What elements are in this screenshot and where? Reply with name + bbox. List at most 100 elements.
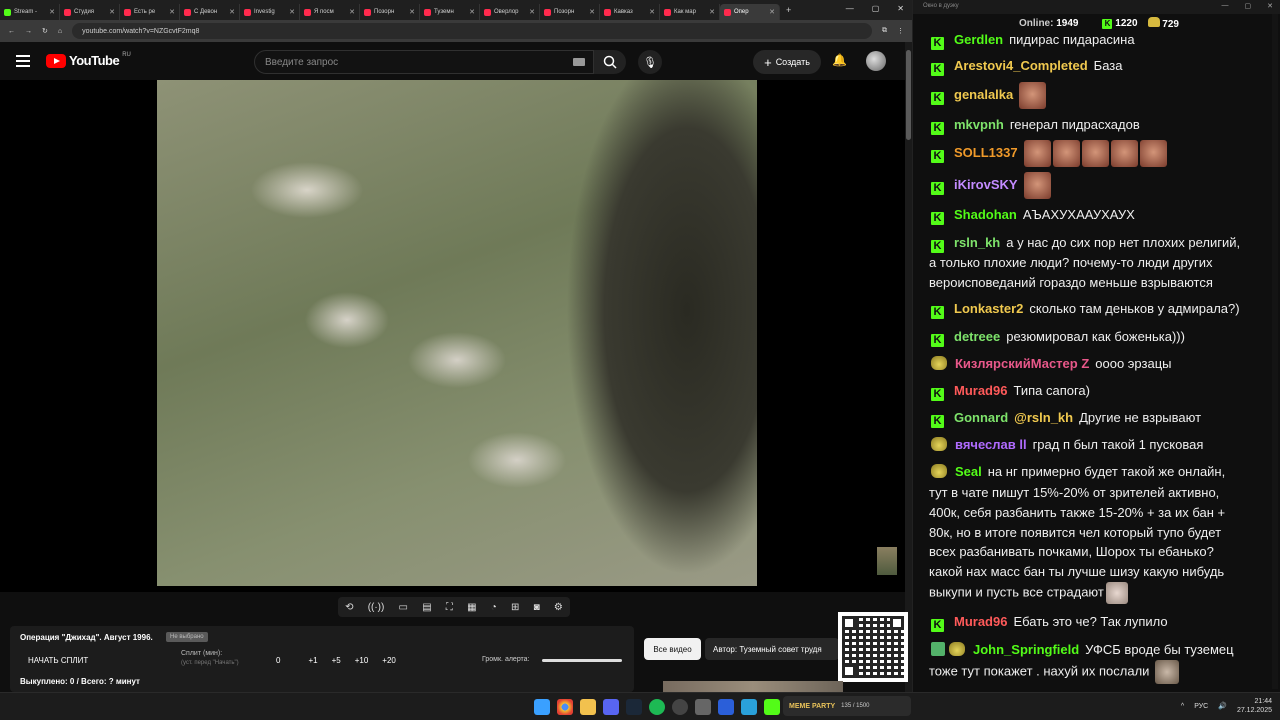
browser-tab-active[interactable]: Опер ✕ [720, 4, 780, 20]
kick-badge-icon: K [931, 212, 944, 225]
notifications-bell-icon[interactable]: 🔔 [832, 53, 847, 67]
url-field[interactable]: youtube.com/watch?v=NZGcvtF2mq8 [72, 23, 872, 39]
explorer-icon[interactable] [580, 699, 596, 715]
browser-tab[interactable]: Stream - ✕ [0, 4, 60, 20]
browser-tab[interactable]: Позорн ✕ [360, 4, 420, 20]
split-option-0[interactable]: 0 [276, 656, 280, 665]
home-icon[interactable]: ⌂ [58, 28, 62, 35]
cast-icon[interactable]: ((·)) [368, 602, 385, 613]
close-window-button[interactable]: ✕ [897, 4, 904, 13]
video-thumbnail-overlay[interactable] [877, 547, 897, 575]
forward-icon[interactable]: → [25, 28, 32, 35]
status-badge[interactable]: Не выбрано [166, 632, 208, 642]
browser-tab[interactable]: Студия ✕ [60, 4, 120, 20]
page-scrollbar[interactable] [905, 42, 912, 692]
browser-tab[interactable]: Есть ре ✕ [120, 4, 180, 20]
browser-tab[interactable]: Позорн ✕ [540, 4, 600, 20]
chat-scrollbar[interactable] [1272, 14, 1278, 689]
obs-icon[interactable] [672, 699, 688, 715]
close-tab-icon[interactable]: ✕ [529, 8, 535, 16]
volume-icon[interactable]: 🔊 [1218, 702, 1227, 710]
close-window-button[interactable]: ✕ [1267, 2, 1273, 10]
chat-message-continuation: 400к, себя разбанить также 15-20% + за и… [929, 505, 1226, 520]
subtitles-icon[interactable]: ▦ [467, 602, 476, 613]
alert-volume-slider[interactable] [542, 659, 622, 662]
voice-search-button[interactable]: 🎙 [638, 50, 662, 74]
create-button[interactable]: + Создать [753, 50, 821, 74]
media-icon[interactable] [718, 699, 734, 715]
language-indicator[interactable]: РУС [1194, 703, 1208, 710]
close-tab-icon[interactable]: ✕ [49, 8, 55, 16]
youtube-favicon-icon [184, 8, 191, 16]
back-icon[interactable]: ← [8, 28, 15, 35]
hamburger-menu-icon[interactable] [16, 55, 30, 67]
screen-icon[interactable]: ▭ [399, 602, 408, 613]
settings-gear-icon[interactable]: ⚙ [554, 602, 563, 613]
meme-party-widget[interactable]: MEME PARTY 135 / 1500 [783, 696, 911, 716]
close-tab-icon[interactable]: ✕ [709, 8, 715, 16]
close-tab-icon[interactable]: ✕ [649, 8, 655, 16]
keyboard-icon[interactable] [573, 58, 585, 66]
scrollbar-thumb[interactable] [906, 50, 911, 140]
windows-start-icon[interactable] [534, 699, 550, 715]
steam-icon[interactable] [626, 699, 642, 715]
browser-tab[interactable]: Оверлор ✕ [480, 4, 540, 20]
kick-app-icon[interactable] [764, 699, 780, 715]
new-tab-icon[interactable]: + [786, 5, 791, 15]
browser-tab[interactable]: С Девон ✕ [180, 4, 240, 20]
split-option-20[interactable]: +20 [382, 656, 396, 665]
spotify-icon[interactable] [649, 699, 665, 715]
split-option-5[interactable]: +5 [332, 656, 341, 665]
system-tray: ^ РУС 🔊 21:44 27.12.2025 [1181, 697, 1272, 715]
minimize-button[interactable]: — [846, 4, 854, 13]
search-input[interactable]: Введите запрос [254, 50, 594, 74]
close-tab-icon[interactable]: ✕ [349, 8, 355, 16]
clock[interactable]: 21:44 27.12.2025 [1237, 697, 1272, 715]
minimize-button[interactable]: — [1222, 2, 1229, 10]
app-icon[interactable] [695, 699, 711, 715]
youtube-play-icon [46, 53, 66, 68]
browser-tab[interactable]: Кавказ ✕ [600, 4, 660, 20]
maximize-button[interactable]: ▢ [1245, 2, 1252, 10]
start-split-button[interactable]: НАЧАТЬ СПЛИТ [28, 656, 88, 665]
add-icon[interactable]: ⊞ [511, 602, 519, 613]
loop-icon[interactable]: ⟲ [345, 602, 353, 613]
close-tab-icon[interactable]: ✕ [169, 8, 175, 16]
discord-icon[interactable] [603, 699, 619, 715]
browser-tab[interactable]: Туземн ✕ [420, 4, 480, 20]
close-tab-icon[interactable]: ✕ [409, 8, 415, 16]
tray-chevron-icon[interactable]: ^ [1181, 703, 1184, 710]
browser-tab[interactable]: Я посм ✕ [300, 4, 360, 20]
speed-icon[interactable]: ◔ [491, 602, 497, 613]
close-tab-icon[interactable]: ✕ [289, 8, 295, 16]
split-option-10[interactable]: +10 [355, 656, 369, 665]
chat-window-titlebar: Окно в дуэку — ▢ ✕ [913, 0, 1280, 14]
browser-tab[interactable]: Как мар ✕ [660, 4, 720, 20]
fullscreen-icon[interactable]: ⛶ [446, 602, 453, 613]
avatar[interactable] [866, 51, 886, 71]
search-button[interactable] [594, 50, 626, 74]
close-tab-icon[interactable]: ✕ [229, 8, 235, 16]
reload-icon[interactable]: ↻ [42, 27, 48, 35]
extensions-icon[interactable]: ⧉ [882, 27, 887, 35]
close-tab-icon[interactable]: ✕ [469, 8, 475, 16]
all-videos-button[interactable]: Все видео [644, 638, 701, 660]
camera-icon[interactable]: ◙ [534, 602, 540, 613]
close-tab-icon[interactable]: ✕ [109, 8, 115, 16]
film-icon[interactable]: ▤ [422, 602, 431, 613]
kick-badge-icon: K [931, 388, 944, 401]
close-tab-icon[interactable]: ✕ [769, 8, 775, 16]
chat-stats: Online: 1949 K 1220 729 [1019, 17, 1179, 30]
chrome-icon[interactable] [557, 699, 573, 715]
subscriber-badge-icon [949, 642, 965, 656]
youtube-favicon-icon [244, 8, 251, 16]
menu-icon[interactable]: ⋮ [897, 27, 904, 35]
telegram-icon[interactable] [741, 699, 757, 715]
close-tab-icon[interactable]: ✕ [589, 8, 595, 16]
youtube-logo[interactable]: YouTube RU [46, 52, 131, 68]
maximize-button[interactable]: ▢ [872, 4, 880, 13]
browser-tab[interactable]: Investig ✕ [240, 4, 300, 20]
chat-message-continuation: выкупи и пусть все страдают [929, 582, 1130, 604]
author-button[interactable]: Автор: Туземный совет трудя [705, 638, 839, 660]
split-option-1[interactable]: +1 [308, 656, 317, 665]
